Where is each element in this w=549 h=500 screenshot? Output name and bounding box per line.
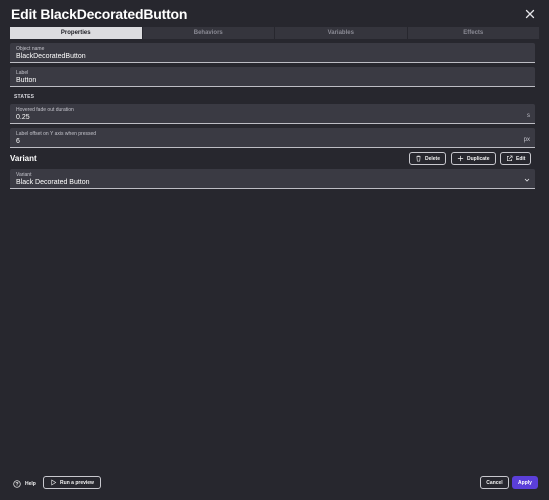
help-circle-icon <box>13 479 21 488</box>
tab-bar: Properties Behaviors Variables Effects <box>10 27 539 39</box>
label-offset-value[interactable]: 6 <box>16 138 20 145</box>
object-name-value[interactable]: BlackDecoratedButton <box>16 53 86 60</box>
variant-select[interactable]: Variant Black Decorated Button <box>10 169 535 189</box>
hovered-fade-field[interactable]: Hovered fade out duration 0.25 s <box>10 104 535 124</box>
object-name-field[interactable]: Object name BlackDecoratedButton <box>10 43 535 63</box>
tab-properties[interactable]: Properties <box>10 27 143 39</box>
cancel-button[interactable]: Cancel <box>480 476 509 489</box>
label-offset-label: Label offset on Y axis when pressed <box>16 131 97 137</box>
help-label: Help <box>25 480 36 487</box>
duplicate-variant-button[interactable]: Duplicate <box>451 152 496 165</box>
label-offset-field[interactable]: Label offset on Y axis when pressed 6 px <box>10 128 535 148</box>
run-preview-label: Run a preview <box>60 479 94 486</box>
run-preview-button[interactable]: Run a preview <box>43 476 101 489</box>
variant-heading: Variant <box>10 154 37 163</box>
delete-variant-label: Delete <box>425 155 441 162</box>
tab-effects[interactable]: Effects <box>407 27 539 39</box>
apply-button[interactable]: Apply <box>512 476 538 489</box>
edit-variant-label: Edit <box>516 155 526 162</box>
play-icon <box>51 479 57 486</box>
help-button[interactable]: Help <box>13 477 36 490</box>
object-name-label: Object name <box>16 46 45 52</box>
tab-behaviors[interactable]: Behaviors <box>142 27 275 39</box>
variant-select-value[interactable]: Black Decorated Button <box>16 179 90 186</box>
label-field-label: Label <box>16 70 29 76</box>
trash-icon <box>416 155 421 162</box>
label-field[interactable]: Label Button <box>10 67 535 87</box>
dialog-header: Edit BlackDecoratedButton <box>10 6 539 24</box>
chevron-down-icon[interactable] <box>524 177 530 183</box>
delete-variant-button[interactable]: Delete <box>409 152 447 165</box>
hovered-fade-unit: s <box>527 113 530 119</box>
tab-variables[interactable]: Variables <box>275 27 408 39</box>
hovered-fade-value[interactable]: 0.25 <box>16 114 30 121</box>
states-heading: STATES <box>14 94 35 100</box>
duplicate-variant-label: Duplicate <box>467 155 490 162</box>
variant-select-label: Variant <box>16 172 32 178</box>
dialog-title: Edit BlackDecoratedButton <box>11 6 188 22</box>
close-icon[interactable] <box>524 7 536 19</box>
plus-icon <box>457 155 464 162</box>
edit-object-dialog: Edit BlackDecoratedButton Properties Beh… <box>0 0 549 500</box>
hovered-fade-label: Hovered fade out duration <box>16 107 74 113</box>
external-link-icon <box>507 155 513 161</box>
label-offset-unit: px <box>523 137 530 143</box>
edit-variant-button[interactable]: Edit <box>500 152 532 165</box>
label-field-value[interactable]: Button <box>16 77 36 84</box>
